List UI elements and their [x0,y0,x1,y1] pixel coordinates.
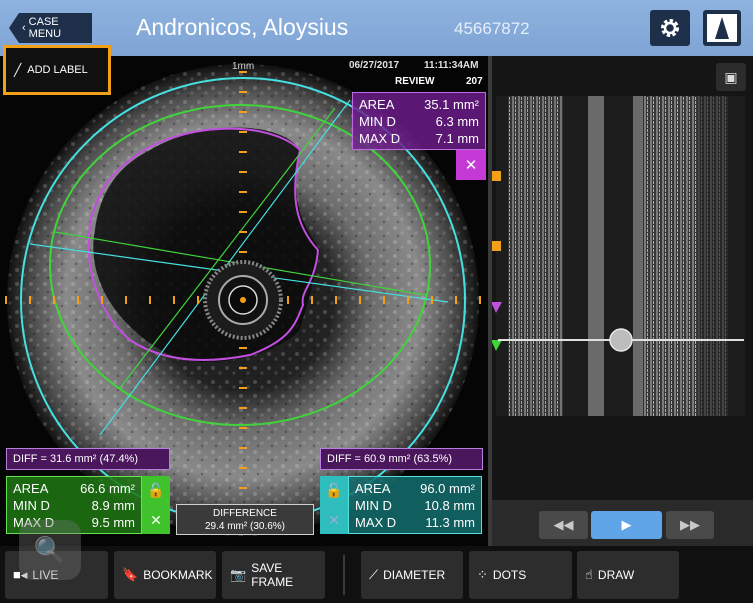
magnifier-icon: 🔍 [33,534,67,565]
max-d-label: MAX D [355,515,397,530]
diameter-icon: ⟋ [369,567,379,582]
add-label-button[interactable]: ╱ ADD LABEL [3,45,111,95]
case-menu-button[interactable]: ‹ CASE MENU [9,13,92,43]
area-value: 96.0 mm² [420,481,475,496]
draw-button[interactable]: ☝ DRAW [577,551,679,599]
patient-name: Andronicos, Aloysius [136,14,349,40]
area-value: 66.6 mm² [80,481,135,496]
pencil-icon: ╱ [14,63,22,77]
cyan-measurement-box: AREA 96.0 mm² MIN D 10.8 mm MAX D 11.3 mm [348,476,482,534]
difference-title: DIFFERENCE [213,508,277,519]
area-label: AREA [13,481,49,496]
bookmark-label: BOOKMARK [143,568,213,582]
max-d-value: 11.3 mm [425,515,475,530]
max-d-value: 9.5 mm [91,515,135,530]
rewind-button[interactable]: ◀◀ [539,511,588,539]
case-menu-label: CASE MENU [28,16,62,40]
close-icon: ✕ [464,157,478,174]
zoom-button[interactable]: 🔍 [19,520,81,580]
toolbar-separator [343,555,345,595]
dots-button[interactable]: ⁘ DOTS [469,551,572,599]
save-frame-label: SAVE FRAME [251,561,294,589]
rewind-icon: ◀◀ [553,517,574,532]
save-frame-button[interactable]: 📷 SAVE FRAME [222,551,325,599]
lumen-measurement-box: AREA 35.1 mm² MIN D 6.3 mm MAX D 7.1 mm [352,92,486,150]
bookmark-button[interactable]: 🔖 BOOKMARK [114,551,216,599]
diff-left-label: DIFF = 31.6 mm² (47.4%) [6,448,170,470]
longitudinal-image [491,96,745,416]
green-box-controls: 🔓 ✕ [142,476,170,534]
play-icon: ▶ [621,517,632,532]
difference-value: 29.4 mm² (30.6%) [204,521,286,532]
max-d-label: MAX D [359,131,401,146]
fast-forward-icon: ▶▶ [680,517,700,532]
draw-hand-icon: ☝ [585,567,593,582]
area-label: AREA [359,97,395,112]
dots-label: DOTS [492,568,527,582]
close-icon[interactable]: ✕ [142,512,170,529]
acquisition-date: 06/27/2017 [349,60,400,71]
difference-box: DIFFERENCE 29.4 mm² (30.6%) [176,504,314,535]
acquisition-time: 11:11:34AM [424,60,479,71]
mode-label: REVIEW [395,76,435,87]
bookmark-icon: 🔖 [122,567,139,582]
min-d-value: 6.3 mm [435,114,479,129]
print-button[interactable]: ▣ [716,63,746,91]
unlock-icon[interactable]: 🔓 [142,482,170,499]
area-label: AREA [355,481,391,496]
min-d-value: 10.8 mm [424,498,475,513]
min-d-label: MIN D [355,498,392,513]
longitudinal-view[interactable] [488,56,753,546]
camera-icon: 📷 [230,567,247,582]
logo-button[interactable] [703,10,741,46]
view-divider[interactable] [488,56,492,546]
area-value: 35.1 mm² [424,97,479,112]
gear-icon [661,19,679,37]
min-d-label: MIN D [13,498,50,513]
max-d-value: 7.1 mm [435,131,479,146]
min-d-label: MIN D [359,114,396,129]
header-bar [0,0,753,56]
fast-forward-button[interactable]: ▶▶ [666,511,714,539]
scale-label: 1mm [232,61,255,72]
diff-right-label: DIFF = 60.9 mm² (63.5%) [320,448,483,470]
min-d-value: 8.9 mm [91,498,135,513]
unlock-icon[interactable]: 🔓 [320,482,348,499]
dots-icon: ⁘ [477,567,488,582]
diameter-button[interactable]: ⟋ DIAMETER [361,551,463,599]
close-icon[interactable]: ✕ [320,512,348,529]
play-button[interactable]: ▶ [591,511,662,539]
delete-lumen-button[interactable]: ✕ [456,150,486,180]
patient-id: 45667872 [454,19,530,38]
cyan-box-controls: 🔓 ✕ [320,476,348,534]
add-label-text: ADD LABEL [27,64,88,76]
frame-number: 207 [466,76,483,87]
printer-icon: ▣ [724,68,738,85]
chevron-left-icon: ‹ [22,22,26,34]
settings-button[interactable] [650,10,690,46]
draw-label: DRAW [597,568,635,582]
diameter-label: DIAMETER [383,568,446,582]
logo-icon [707,14,737,42]
